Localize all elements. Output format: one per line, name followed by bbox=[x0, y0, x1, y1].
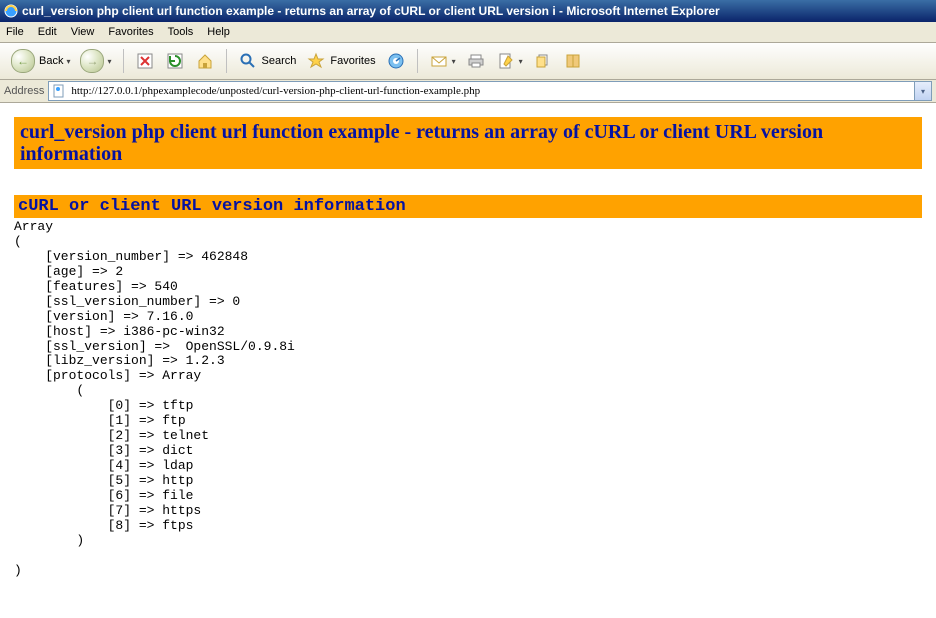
refresh-icon bbox=[165, 51, 185, 71]
menu-favorites[interactable]: Favorites bbox=[108, 26, 153, 38]
array-dump: Array ( [version_number] => 462848 [age]… bbox=[14, 220, 922, 579]
menu-help[interactable]: Help bbox=[207, 26, 230, 38]
search-icon bbox=[238, 51, 258, 71]
refresh-button[interactable] bbox=[160, 47, 190, 75]
address-field-wrap: ▾ bbox=[48, 81, 932, 101]
page-subheading: cURL or client URL version information bbox=[14, 195, 922, 218]
address-dropdown-button[interactable]: ▾ bbox=[914, 82, 931, 100]
research-button[interactable] bbox=[558, 47, 588, 75]
research-icon bbox=[563, 51, 583, 71]
home-icon bbox=[195, 51, 215, 71]
chevron-down-icon: ▾ bbox=[66, 57, 70, 66]
window-titlebar: curl_version php client url function exa… bbox=[0, 0, 936, 22]
back-button[interactable]: ← Back ▾ bbox=[6, 47, 75, 75]
page-icon bbox=[51, 83, 67, 99]
toolbar-separator bbox=[417, 49, 418, 73]
edit-icon bbox=[496, 51, 516, 71]
print-button[interactable] bbox=[461, 47, 491, 75]
mail-icon bbox=[429, 51, 449, 71]
chevron-down-icon: ▾ bbox=[107, 57, 111, 66]
chevron-down-icon: ▾ bbox=[519, 57, 523, 66]
menu-edit[interactable]: Edit bbox=[38, 26, 57, 38]
search-button[interactable]: Search bbox=[233, 47, 302, 75]
mail-button[interactable]: ▾ bbox=[424, 47, 461, 75]
chevron-down-icon: ▾ bbox=[452, 57, 456, 66]
address-bar: Address ▾ bbox=[0, 80, 936, 103]
back-icon: ← bbox=[11, 49, 35, 73]
toolbar: ← Back ▾ → ▾ Search Favorites bbox=[0, 43, 936, 80]
home-button[interactable] bbox=[190, 47, 220, 75]
menu-view[interactable]: View bbox=[71, 26, 95, 38]
discuss-icon bbox=[533, 51, 553, 71]
page-title: curl_version php client url function exa… bbox=[14, 117, 922, 169]
menu-tools[interactable]: Tools bbox=[168, 26, 194, 38]
stop-icon bbox=[135, 51, 155, 71]
forward-icon: → bbox=[80, 49, 104, 73]
ie-logo-icon bbox=[4, 4, 18, 18]
address-input[interactable] bbox=[69, 83, 914, 99]
search-label: Search bbox=[262, 55, 297, 67]
toolbar-separator bbox=[123, 49, 124, 73]
print-icon bbox=[466, 51, 486, 71]
address-label: Address bbox=[4, 85, 44, 97]
favorites-label: Favorites bbox=[330, 55, 375, 67]
media-icon bbox=[386, 51, 406, 71]
window-title: curl_version php client url function exa… bbox=[22, 4, 932, 18]
discuss-button[interactable] bbox=[528, 47, 558, 75]
back-label: Back bbox=[39, 55, 63, 67]
menubar: File Edit View Favorites Tools Help bbox=[0, 22, 936, 43]
menu-file[interactable]: File bbox=[6, 26, 24, 38]
media-button[interactable] bbox=[381, 47, 411, 75]
toolbar-separator bbox=[226, 49, 227, 73]
stop-button[interactable] bbox=[130, 47, 160, 75]
edit-button[interactable]: ▾ bbox=[491, 47, 528, 75]
document-area: curl_version php client url function exa… bbox=[0, 103, 936, 579]
star-icon bbox=[306, 51, 326, 71]
forward-button[interactable]: → ▾ bbox=[75, 47, 116, 75]
favorites-button[interactable]: Favorites bbox=[301, 47, 380, 75]
